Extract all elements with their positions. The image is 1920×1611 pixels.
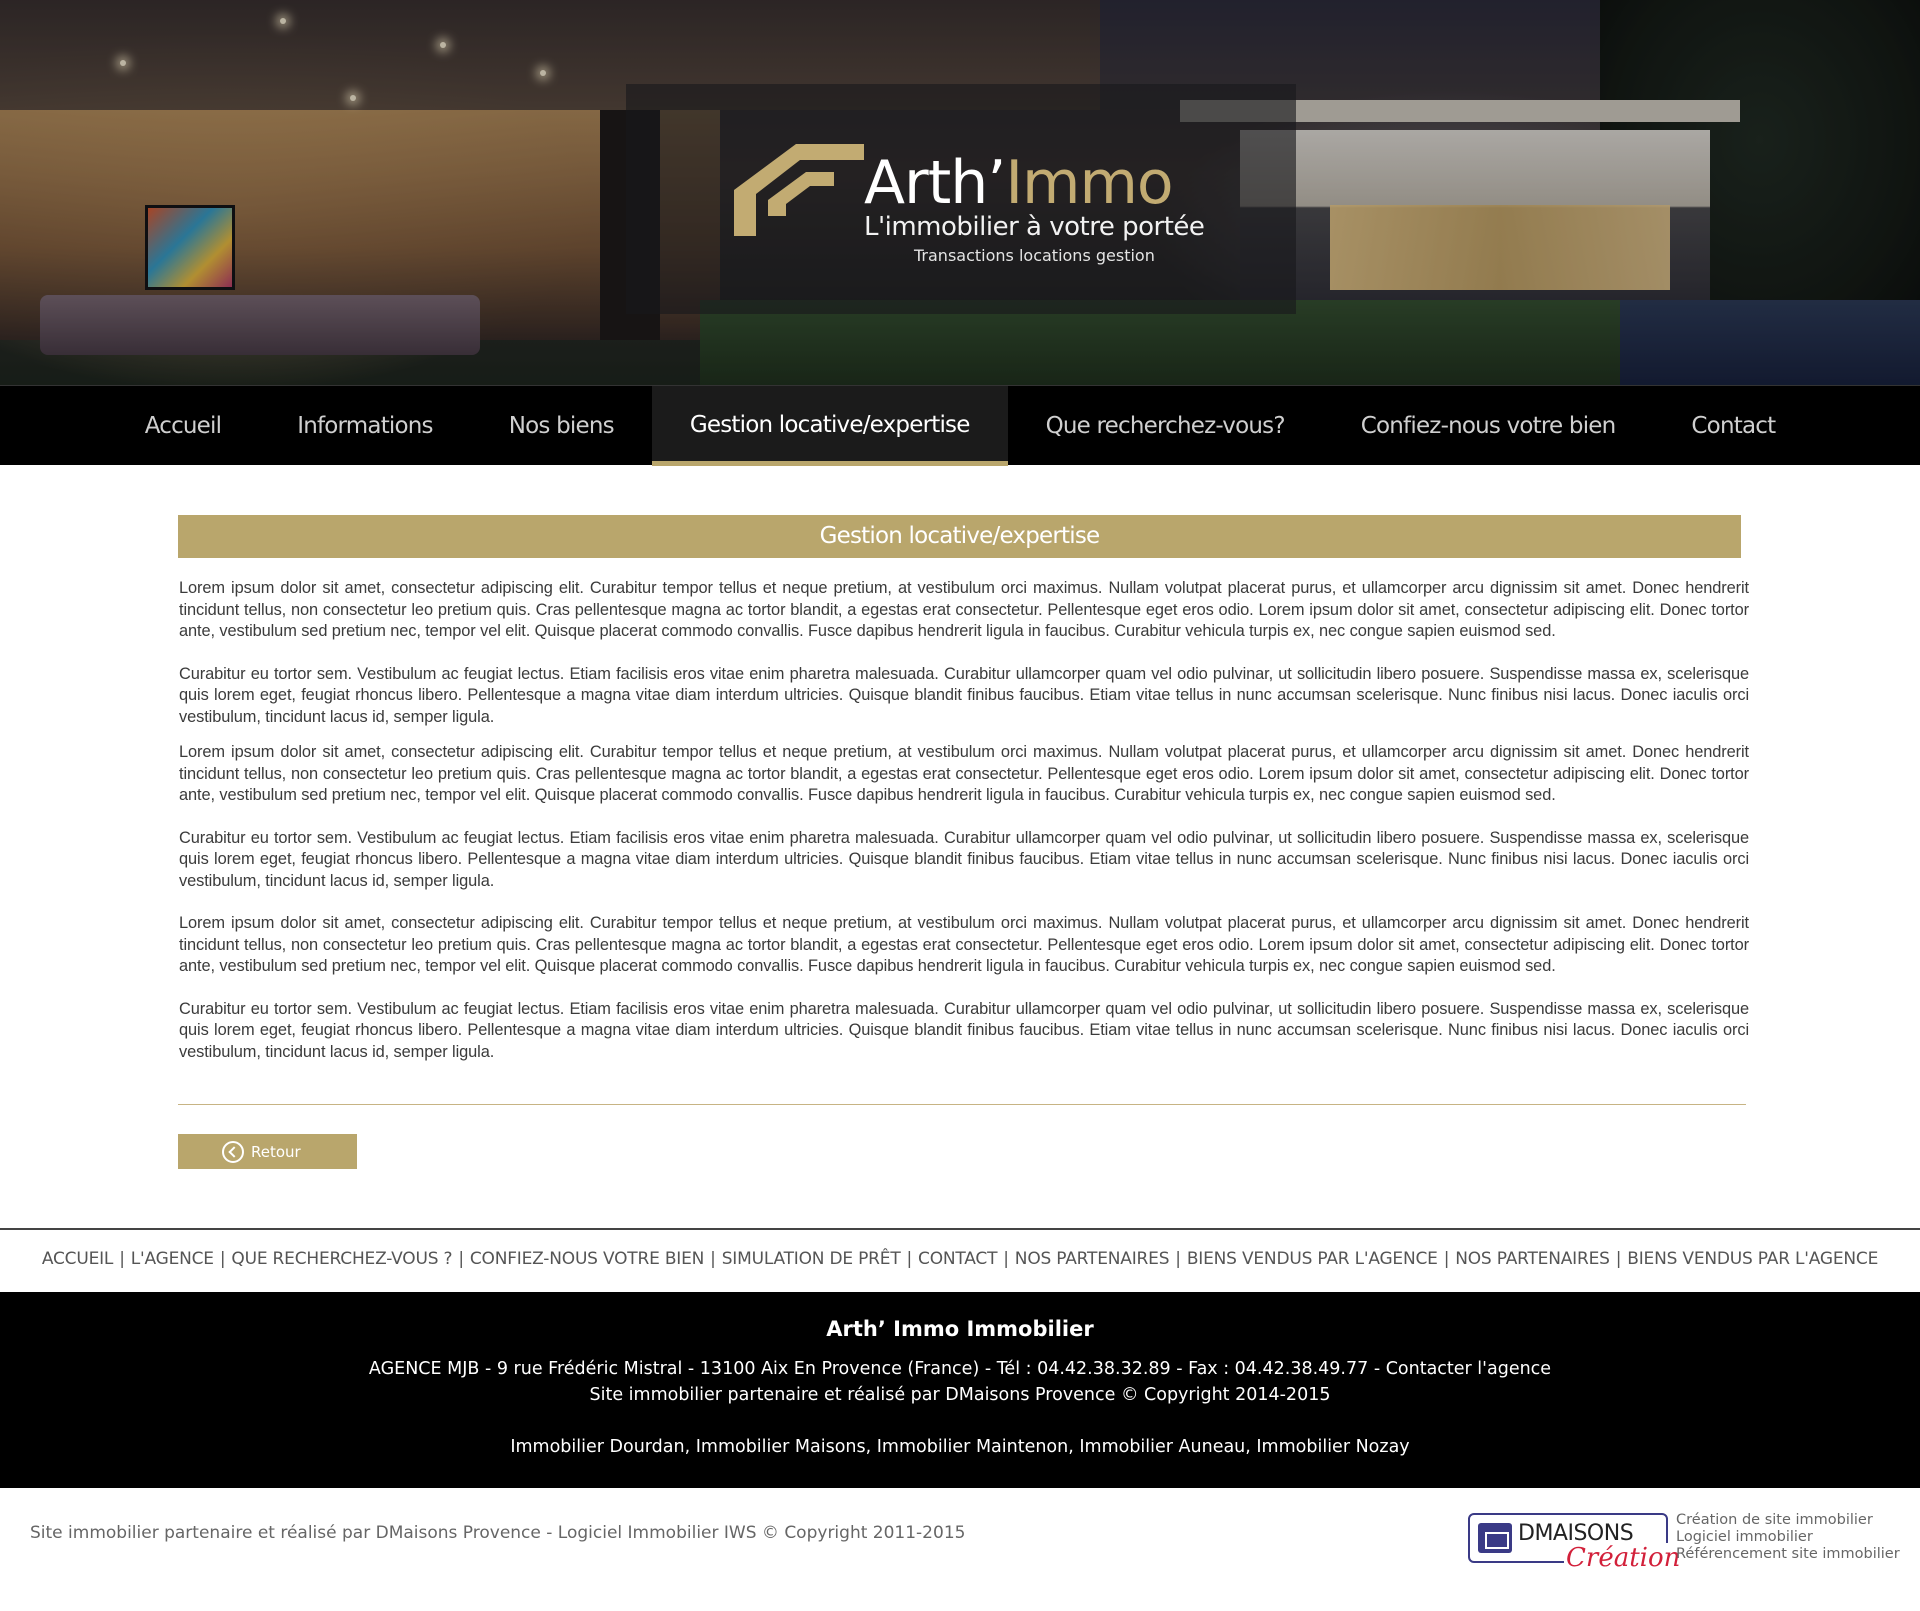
brand-name: Arth’Immo: [864, 148, 1174, 218]
chevron-left-circle-icon: [222, 1140, 244, 1163]
hero-banner: Arth’Immo L'immobilier à votre portée Tr…: [0, 0, 1920, 385]
footer-link-que-recherchez-vous[interactable]: QUE RECHERCHEZ-VOUS ?: [231, 1249, 452, 1269]
footer-link-agence[interactable]: L'AGENCE: [131, 1249, 214, 1269]
footer-agency-name: Arth’ Immo Immobilier: [826, 1317, 1094, 1341]
footer-separator: |: [906, 1249, 913, 1269]
brand-logo[interactable]: Arth’Immo L'immobilier à votre portée Tr…: [626, 84, 1296, 314]
house-roof-icon: [734, 144, 864, 236]
footer-link-biens-vendus[interactable]: BIENS VENDUS PAR L'AGENCE: [1627, 1249, 1878, 1269]
nav-item-contact[interactable]: Contact: [1653, 386, 1813, 466]
footer-link-accueil[interactable]: ACCUEIL: [42, 1249, 114, 1269]
footer-links: ACCUEIL | L'AGENCE | QUE RECHERCHEZ-VOUS…: [0, 1228, 1920, 1292]
footer-cities[interactable]: Immobilier Dourdan, Immobilier Maisons, …: [0, 1437, 1920, 1457]
content-paragraph: Curabitur eu tortor sem. Vestibulum ac f…: [179, 664, 1749, 726]
footer-link-confiez-nous[interactable]: CONFIEZ-NOUS VOTRE BIEN: [470, 1249, 705, 1269]
content-paragraph: Lorem ipsum dolor sit amet, consectetur …: [179, 579, 1749, 640]
nav-item-informations[interactable]: Informations: [259, 386, 471, 466]
nav-item-gestion-locative[interactable]: Gestion locative/expertise: [651, 386, 1008, 466]
brand-tagline: L'immobilier à votre portée: [864, 212, 1205, 242]
nav-item-nos-biens[interactable]: Nos biens: [471, 386, 652, 466]
footer-link-partenaires[interactable]: NOS PARTENAIRES: [1455, 1249, 1610, 1269]
footer-info: Arth’ Immo Immobilier AGENCE MJB - 9 rue…: [0, 1292, 1920, 1488]
footer-separator: |: [1443, 1249, 1450, 1269]
dmaisons-logo-script: Création: [1564, 1543, 1683, 1573]
content-paragraph: Lorem ipsum dolor sit amet, consectetur …: [179, 914, 1749, 975]
footer-copyright: Site immobilier partenaire et réalisé pa…: [589, 1385, 1331, 1405]
dmaisons-service-line[interactable]: Référencement site immobilier: [1676, 1546, 1900, 1563]
footer-separator: |: [458, 1249, 464, 1269]
footer-separator: |: [710, 1249, 716, 1269]
main-nav: Accueil Informations Nos biens Gestion l…: [0, 385, 1920, 466]
content-paragraph: Lorem ipsum dolor sit amet, consectetur …: [179, 743, 1749, 804]
nav-item-confiez-nous[interactable]: Confiez-nous votre bien: [1323, 386, 1654, 466]
bottom-bar: Site immobilier partenaire et réalisé pa…: [0, 1488, 1920, 1611]
house-icon: [1478, 1523, 1512, 1553]
page-title: Gestion locative/expertise: [178, 515, 1741, 558]
nav-item-que-recherchez-vous[interactable]: Que recherchez-vous?: [1008, 386, 1323, 466]
footer-separator: |: [1175, 1249, 1181, 1269]
dmaisons-service-line[interactable]: Création de site immobilier: [1676, 1512, 1900, 1529]
footer-link-simulation-pret[interactable]: SIMULATION DE PRÊT: [722, 1249, 901, 1269]
content-paragraph: Curabitur eu tortor sem. Vestibulum ac f…: [179, 999, 1749, 1061]
dmaisons-services: Création de site immobilier Logiciel imm…: [1676, 1512, 1900, 1563]
content-paragraph: Curabitur eu tortor sem. Vestibulum ac f…: [179, 828, 1749, 890]
footer-link-contact[interactable]: CONTACT: [918, 1249, 997, 1269]
footer-separator: |: [1003, 1249, 1009, 1269]
back-button-label: Retour: [251, 1142, 301, 1161]
footer-link-partenaires[interactable]: NOS PARTENAIRES: [1015, 1249, 1170, 1269]
footer-separator: |: [219, 1249, 226, 1269]
footer-separator: |: [119, 1249, 125, 1269]
back-button[interactable]: Retour: [178, 1134, 357, 1169]
content-divider: [178, 1104, 1746, 1105]
dmaisons-logo[interactable]: DMAISONS Création: [1468, 1513, 1683, 1575]
dmaisons-service-line[interactable]: Logiciel immobilier: [1676, 1529, 1900, 1546]
footer-address[interactable]: AGENCE MJB - 9 rue Frédéric Mistral - 13…: [0, 1359, 1920, 1379]
bottom-credit[interactable]: Site immobilier partenaire et réalisé pa…: [30, 1523, 965, 1543]
content-body: Lorem ipsum dolor sit amet, consectetur …: [179, 578, 1749, 1063]
brand-subtagline: Transactions locations gestion: [914, 246, 1155, 265]
footer-link-biens-vendus[interactable]: BIENS VENDUS PAR L'AGENCE: [1187, 1249, 1438, 1269]
nav-item-accueil[interactable]: Accueil: [107, 386, 260, 466]
footer-separator: |: [1615, 1249, 1622, 1269]
nav-list: Accueil Informations Nos biens Gestion l…: [0, 386, 1920, 466]
footer-link-list: ACCUEIL | L'AGENCE | QUE RECHERCHEZ-VOUS…: [0, 1249, 1920, 1269]
